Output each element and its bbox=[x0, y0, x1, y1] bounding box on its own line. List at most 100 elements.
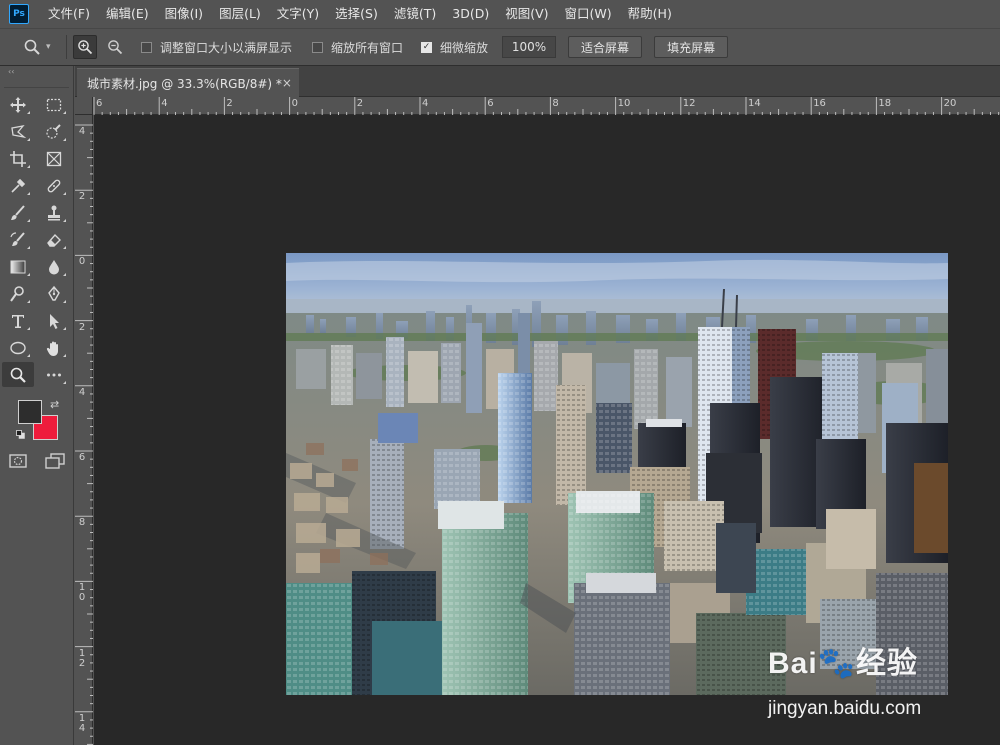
document-tab[interactable]: 城市素材.jpg @ 33.3%(RGB/8#) * × bbox=[77, 68, 299, 97]
submenu-corner bbox=[27, 354, 30, 357]
move-tool[interactable] bbox=[2, 92, 34, 117]
hand-icon bbox=[46, 341, 58, 356]
submenu-corner bbox=[63, 327, 66, 330]
tool-preset-picker[interactable] bbox=[18, 35, 46, 59]
menu-filter[interactable]: 滤镜(T) bbox=[386, 0, 444, 28]
fill-screen-button[interactable]: 填充屏幕 bbox=[654, 36, 729, 58]
ruler-label: 4 bbox=[161, 98, 168, 109]
menu-edit[interactable]: 编辑(E) bbox=[98, 0, 157, 28]
zoom-tool[interactable] bbox=[2, 362, 34, 387]
ruler-label: 2 bbox=[226, 98, 233, 109]
stamp-icon bbox=[48, 205, 60, 220]
quick-selection-tool[interactable] bbox=[38, 119, 70, 144]
dodge-tool[interactable] bbox=[2, 281, 34, 306]
zoom-percentage-field[interactable]: 100% bbox=[502, 36, 557, 58]
pen-tool[interactable] bbox=[38, 281, 70, 306]
eraser-tool[interactable] bbox=[38, 227, 70, 252]
ellipse-tool[interactable] bbox=[2, 335, 34, 360]
divider bbox=[66, 35, 67, 59]
gradient-tool[interactable] bbox=[2, 254, 34, 279]
more-dots-icon bbox=[47, 373, 61, 376]
photoshop-logo: Ps bbox=[9, 4, 29, 24]
checkmark-icon[interactable]: ✓ bbox=[421, 41, 433, 53]
checkbox-box[interactable] bbox=[312, 41, 324, 53]
lasso-tool[interactable] bbox=[2, 119, 34, 144]
submenu-corner bbox=[63, 300, 66, 303]
checkbox-box[interactable] bbox=[141, 41, 152, 53]
ruler-ticks bbox=[93, 97, 1000, 115]
submenu-corner bbox=[63, 273, 66, 276]
ruler-label: 4 bbox=[78, 386, 86, 398]
healing-brush-tool[interactable] bbox=[38, 173, 70, 198]
type-tool[interactable] bbox=[2, 308, 34, 333]
clone-stamp-tool[interactable] bbox=[38, 200, 70, 225]
city-photo[interactable] bbox=[286, 253, 948, 695]
dodge-icon bbox=[10, 285, 24, 302]
screen-mode-icon[interactable] bbox=[44, 452, 66, 470]
foreground-color-swatch[interactable] bbox=[18, 400, 42, 424]
ruler-label: 12 bbox=[78, 647, 86, 669]
menu-type[interactable]: 文字(Y) bbox=[269, 0, 327, 28]
zoom-out-icon bbox=[108, 40, 123, 55]
submenu-corner bbox=[27, 111, 30, 114]
swap-colors-icon[interactable]: ⇄ bbox=[50, 398, 59, 411]
canvas-workspace[interactable] bbox=[94, 115, 1000, 745]
menu-layer[interactable]: 图层(L) bbox=[211, 0, 269, 28]
ruler-label: 10 bbox=[78, 582, 86, 604]
ellipse-icon bbox=[10, 341, 26, 354]
hand-tool[interactable] bbox=[38, 335, 70, 360]
path-selection-tool[interactable] bbox=[38, 308, 70, 333]
zoom-all-windows-label: 缩放所有窗口 bbox=[331, 40, 404, 55]
type-icon bbox=[12, 314, 24, 328]
ruler-label: 20 bbox=[943, 98, 957, 109]
submenu-corner bbox=[63, 138, 66, 141]
resize-windows-checkbox[interactable]: 调整窗口大小以满屏显示 bbox=[141, 39, 292, 56]
edit-toolbar-button[interactable] bbox=[38, 362, 70, 387]
ruler-label: 16 bbox=[813, 98, 826, 109]
vertical-ruler[interactable]: 4 2 0 2 4 6 8 10 12 14 bbox=[75, 115, 93, 745]
menu-view[interactable]: 视图(V) bbox=[497, 0, 556, 28]
collapse-panel-icon[interactable]: ‹‹ bbox=[0, 66, 73, 78]
scrubby-zoom-label: 细微缩放 bbox=[440, 40, 489, 55]
submenu-corner bbox=[63, 192, 66, 195]
history-brush-tool[interactable] bbox=[2, 227, 34, 252]
pen-icon bbox=[48, 285, 60, 301]
fit-screen-button[interactable]: 适合屏幕 bbox=[568, 36, 643, 58]
eyedropper-tool[interactable] bbox=[2, 173, 34, 198]
menu-image[interactable]: 图像(I) bbox=[157, 0, 211, 28]
horizontal-ruler[interactable]: 6 4 2 0 2 4 6 8 10 12 14 16 18 20 bbox=[75, 97, 1000, 115]
eraser-icon bbox=[47, 233, 61, 247]
gradient-icon bbox=[10, 260, 26, 273]
crop-tool[interactable] bbox=[2, 146, 34, 171]
ruler-label: 2 bbox=[78, 321, 86, 333]
panel-grip[interactable] bbox=[4, 78, 69, 88]
submenu-corner bbox=[63, 246, 66, 249]
eyedropper-icon bbox=[11, 178, 26, 193]
zoom-out-button[interactable] bbox=[103, 35, 127, 59]
lasso-icon bbox=[11, 124, 27, 138]
frame-tool[interactable] bbox=[38, 146, 70, 171]
menu-3d[interactable]: 3D(D) bbox=[444, 0, 497, 28]
close-icon[interactable]: × bbox=[282, 76, 292, 90]
zoom-all-windows-checkbox[interactable]: 缩放所有窗口 bbox=[312, 39, 403, 56]
ruler-origin[interactable] bbox=[75, 97, 93, 115]
menu-window[interactable]: 窗口(W) bbox=[557, 0, 620, 28]
blur-tool[interactable] bbox=[38, 254, 70, 279]
ruler-label: 10 bbox=[617, 98, 631, 109]
zoom-in-button[interactable] bbox=[73, 35, 97, 59]
scrubby-zoom-checkbox[interactable]: ✓ 细微缩放 bbox=[421, 39, 488, 56]
chevron-down-icon[interactable]: ▾ bbox=[46, 42, 60, 52]
menu-items: 文件(F) 编辑(E) 图像(I) 图层(L) 文字(Y) 选择(S) 滤镜(T… bbox=[40, 0, 680, 28]
menu-select[interactable]: 选择(S) bbox=[327, 0, 386, 28]
menu-help[interactable]: 帮助(H) bbox=[620, 0, 680, 28]
zoom-in-icon bbox=[78, 40, 93, 55]
menu-file[interactable]: 文件(F) bbox=[40, 0, 98, 28]
ruler-label: 0 bbox=[78, 256, 86, 268]
document-title: 城市素材.jpg @ 33.3%(RGB/8#) * bbox=[87, 76, 282, 91]
default-colors-icon[interactable] bbox=[16, 430, 25, 439]
move-icon bbox=[10, 96, 26, 113]
quick-mask-icon[interactable] bbox=[8, 452, 30, 470]
ruler-label: 6 bbox=[96, 98, 103, 109]
marquee-tool[interactable] bbox=[38, 92, 70, 117]
brush-tool[interactable] bbox=[2, 200, 34, 225]
